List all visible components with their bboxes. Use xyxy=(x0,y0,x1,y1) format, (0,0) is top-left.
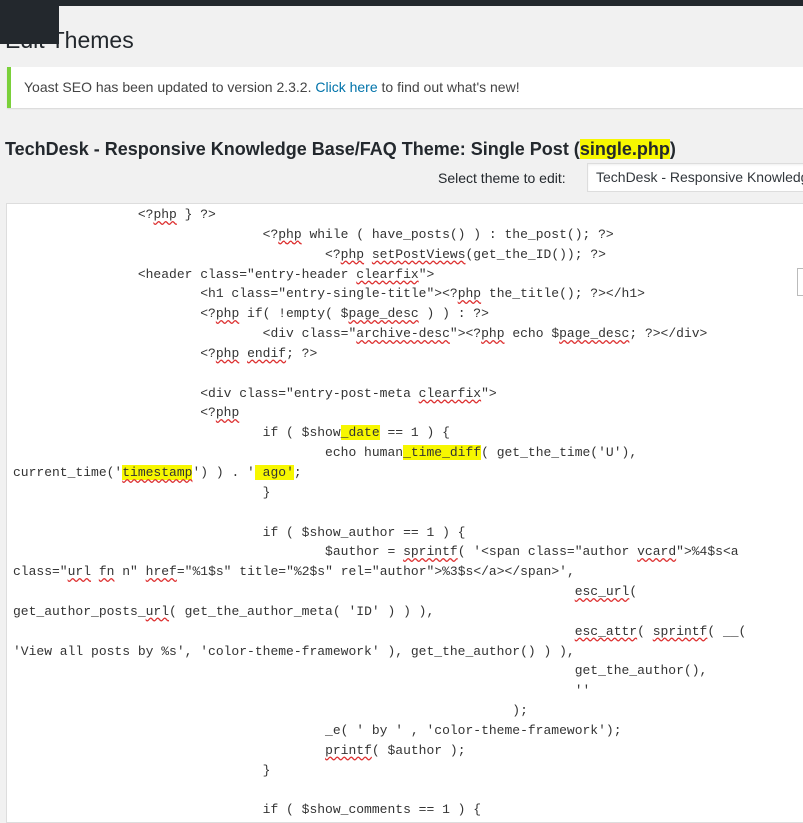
spellcheck-word: php xyxy=(481,326,505,342)
spellcheck-word: php xyxy=(278,226,302,242)
code-line: $author = sprintf( '<span class="author … xyxy=(13,544,739,560)
code-line: <div class="entry-post-meta clearfix"> xyxy=(13,385,497,401)
code-line: class="url fn n" href="%1$s" title="%2$s… xyxy=(13,564,575,580)
code-line: '' xyxy=(13,683,591,699)
code-line: echo human_time_diff( get_the_time('U'), xyxy=(13,445,638,461)
spellcheck-word: endif xyxy=(247,345,287,361)
code-line: 'View all posts by %s', 'color-theme-fra… xyxy=(13,643,575,659)
code-line: if ( $show_date == 1 ) { xyxy=(13,425,450,441)
highlighted-text: ago' xyxy=(254,464,294,480)
code-line: <header class="entry-header clearfix"> xyxy=(13,266,435,282)
highlighted-text: _date xyxy=(340,425,380,441)
code-line: <?php xyxy=(13,405,240,421)
code-line: esc_attr( sprintf( __( xyxy=(574,623,747,639)
code-editor[interactable]: <?php } ?> <?php while ( have_posts() ) … xyxy=(6,203,803,823)
spellcheck-word: esc_url xyxy=(574,584,630,600)
highlighted-text: timestamp xyxy=(122,464,193,480)
spellcheck-word: clearfix xyxy=(418,385,482,401)
file-title: TechDesk - Responsive Knowledge Base/FAQ… xyxy=(5,137,676,161)
theme-select-label: Select theme to edit: xyxy=(438,170,566,186)
notice-suffix: to find out what's new! xyxy=(381,79,520,95)
notice-text: Yoast SEO has been updated to version 2.… xyxy=(24,79,312,95)
spellcheck-word: url xyxy=(145,603,170,619)
file-name: single.php xyxy=(579,139,670,159)
code-line: _e( ' by ' , 'color-theme-framework'); xyxy=(13,722,622,738)
spellcheck-word: href xyxy=(145,564,177,580)
update-notice: Yoast SEO has been updated to version 2.… xyxy=(7,67,803,108)
spellcheck-word: vcard xyxy=(637,544,677,560)
spellcheck-word: php xyxy=(340,246,365,262)
code-line: <?php while ( have_posts() ) : the_post(… xyxy=(13,226,614,242)
code-line: <?php setPostViews(get_the_ID()); ?> xyxy=(13,246,606,262)
code-line: if ( $show_comments == 1 ) { xyxy=(13,802,482,818)
code-line: <div class="archive-desc"><?php echo $pa… xyxy=(13,326,708,342)
admin-top-bar xyxy=(0,0,803,6)
code-line: <?php } ?> xyxy=(13,207,216,222)
code-line: } xyxy=(13,484,271,500)
code-line: get_the_author(), xyxy=(13,663,708,679)
highlighted-text: _time_diff xyxy=(403,445,482,461)
spellcheck-word: php xyxy=(215,345,240,361)
code-line: <?php endif; ?> xyxy=(13,345,318,361)
file-title-text: TechDesk - Responsive Knowledge Base/FAQ… xyxy=(5,139,580,159)
spellcheck-word: setPostViews xyxy=(371,246,466,262)
code-line: esc_url( xyxy=(574,584,638,600)
code-line: printf( $author ); xyxy=(325,742,466,758)
theme-select[interactable]: TechDesk - Responsive Knowledge Base/FAQ… xyxy=(587,163,803,192)
admin-menu-corner xyxy=(0,0,59,44)
spellcheck-word: url xyxy=(67,564,92,580)
spellcheck-word: sprintf xyxy=(403,544,458,560)
spellcheck-word: page_desc xyxy=(348,306,419,322)
code-line: ); xyxy=(13,703,528,719)
scrollbar-handle[interactable] xyxy=(797,268,803,296)
spellcheck-word: php xyxy=(153,207,177,222)
code-line: <h1 class="entry-single-title"><?php the… xyxy=(13,286,645,302)
code-line: get_author_posts_url( get_the_author_met… xyxy=(13,603,435,619)
spellcheck-word: sprintf xyxy=(652,623,708,639)
spellcheck-word: php xyxy=(215,306,240,322)
code-line: current_time('timestamp') ) . ' ago'; xyxy=(13,464,302,480)
spellcheck-word: php xyxy=(457,286,482,302)
spellcheck-word: esc_attr xyxy=(574,623,638,639)
spellcheck-word: php xyxy=(215,405,240,421)
notice-link[interactable]: Click here xyxy=(315,79,377,95)
spellcheck-word: clearfix xyxy=(356,266,419,282)
code-line: <?php if( !empty( $page_desc ) ) : ?> xyxy=(13,306,489,322)
spellcheck-word: printf xyxy=(325,742,372,758)
code-line: if ( $show_author == 1 ) { xyxy=(13,524,466,540)
code-line: } xyxy=(13,762,271,778)
spellcheck-word: page_desc xyxy=(559,326,630,342)
spellcheck-word: fn xyxy=(98,564,115,580)
spellcheck-word: archive-desc xyxy=(356,326,450,342)
code-content[interactable]: <?php } ?> <?php while ( have_posts() ) … xyxy=(7,204,803,820)
file-title-close: ) xyxy=(669,139,676,159)
